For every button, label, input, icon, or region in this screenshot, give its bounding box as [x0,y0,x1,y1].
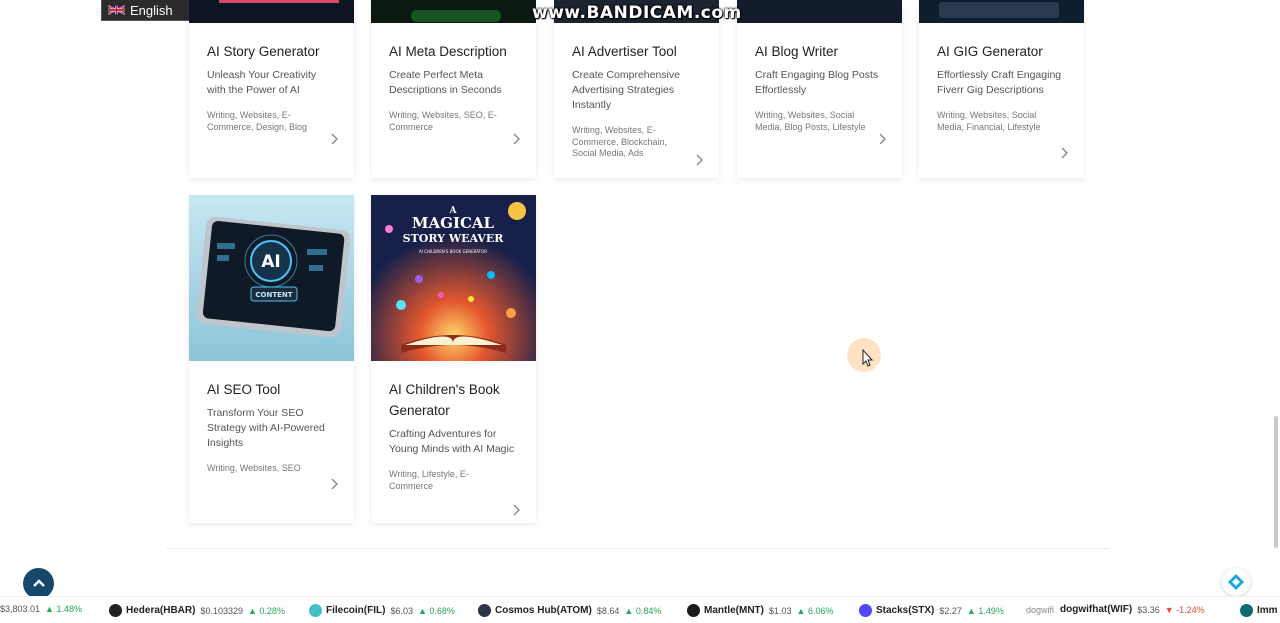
card-description: Crafting Adventures for Young Minds with… [389,428,515,455]
card-tags: Writing, Websites, E-Commerce, Blockchai… [572,125,668,158]
ticker-name: Stacks(STX) [876,605,935,616]
card-thumbnail [919,0,1084,23]
card-thumbnail [371,0,536,23]
image-text-story-weaver: STORY WEAVER [403,232,505,245]
ticker-price: $6.03 [390,605,413,616]
ticker-name: Cosmos Hub(ATOM) [495,605,592,616]
stacks-icon [859,604,872,617]
chevron-right-icon[interactable] [1060,147,1068,159]
card-tags: Writing, Websites, E-Commerce, Design, B… [207,110,308,132]
ticker-change: ▲ 0.28% [248,605,285,616]
chevron-right-icon[interactable] [330,478,338,490]
ticker-name: Filecoin(FIL) [326,605,386,616]
ticker-price: $2.27 [939,605,962,616]
ticker-item[interactable]: $3,803.01 ▲ 1.48% [0,604,82,614]
tool-card-childrens-book[interactable]: A MAGICAL STORY WEAVER AI CHILDREN'S BOO… [371,195,536,523]
image-text-magical: MAGICAL [412,214,495,232]
ticker-change: ▲ 0.84% [624,605,662,616]
ticker-item[interactable]: Stacks(STX) $2.27 ▲ 1.49% [859,604,1004,617]
card-title: AI Advertiser Tool [572,44,677,59]
immutable-icon [1240,604,1253,617]
ticker-item[interactable]: Hedera(HBAR) $0.103329 ▲ 0.28% [109,604,285,617]
card-description: Effortlessly Craft Engaging Fiverr Gig D… [937,69,1062,96]
card-thumbnail [189,0,354,23]
cosmos-icon [478,604,491,617]
ticker-name: Imm [1257,605,1278,616]
card-description: Unleash Your Creativity with the Power o… [207,69,317,96]
card-description: Craft Engaging Blog Posts Effortlessly [755,69,879,96]
tool-card-story-generator[interactable]: AI Story Generator Unleash Your Creativi… [189,0,354,178]
tool-card-advertiser-tool[interactable]: AI Advertiser Tool Create Comprehensive … [554,0,719,178]
recording-watermark: www.BANDICAM.com [532,3,742,23]
chevron-right-icon[interactable] [512,133,520,145]
card-tags: Writing, Websites, Social Media, Financi… [937,110,1041,132]
uk-flag-icon [108,4,125,16]
image-text-badge: CONTENT [255,291,292,299]
ticker-change: ▲ 6.06% [796,605,834,616]
ticker-item[interactable]: Mantle(MNT) $1.03 ▲ 6.06% [687,604,833,617]
ticker-item[interactable]: dogwifi dogwifhat(WIF) $3.36 ▼ -1.24% [1026,604,1205,615]
tool-card-gig-generator[interactable]: AI GIG Generator Effortlessly Craft Enga… [919,0,1084,178]
image-text-ai: AI [261,252,280,272]
mouse-cursor [846,337,886,382]
chevron-right-icon[interactable] [695,154,703,166]
ticker-name: Hedera(HBAR) [126,605,196,616]
ticker-item[interactable]: Filecoin(FIL) $6.03 ▲ 0.68% [309,604,455,617]
ticker-price: $0.103329 [200,605,243,616]
ticker-change: ▲ 0.68% [417,605,455,616]
widget-button[interactable] [1222,568,1250,596]
hedera-icon [109,604,122,617]
card-image: A MAGICAL STORY WEAVER AI CHILDREN'S BOO… [371,195,536,361]
ticker-price: $1.03 [769,605,792,616]
card-tags: Writing, Websites, SEO, E-Commerce [389,110,497,132]
card-tags: Writing, Websites, SEO [207,463,301,473]
card-description: Transform Your SEO Strategy with AI-Powe… [207,407,325,449]
ticker-change: ▲ 1.48% [45,604,82,614]
tool-card-seo-tool[interactable]: AI CONTENT AI SEO Tool Transform Your SE… [189,195,354,523]
vertical-scrollbar[interactable] [1274,416,1278,548]
card-image: AI CONTENT [189,195,354,361]
dogwifhat-broken-image: dogwifi [1026,604,1055,615]
filecoin-icon [309,604,322,617]
ticker-name: dogwifhat(WIF) [1060,604,1133,615]
ticker-item[interactable]: Imm [1240,604,1280,617]
diamond-icon [1228,574,1244,590]
card-title: AI Blog Writer [755,44,839,59]
card-title: AI GIG Generator [937,44,1043,59]
ticker-change: ▼ -1.24% [1164,604,1205,615]
ticker-change: ▲ 1.49% [966,605,1004,616]
scroll-to-top-button[interactable] [23,568,54,599]
card-tags: Writing, Lifestyle, E-Commerce [389,469,469,491]
card-description: Create Comprehensive Advertising Strateg… [572,69,680,111]
tool-card-blog-writer[interactable]: AI Blog Writer Craft Engaging Blog Posts… [737,0,902,178]
card-title: AI Meta Description [389,44,507,59]
ticker-price: $8.64 [596,605,620,616]
section-divider [166,548,1109,549]
language-label: English [130,2,173,18]
tool-card-meta-description[interactable]: AI Meta Description Create Perfect Meta … [371,0,536,178]
image-text-subtitle: AI CHILDREN'S BOOK GENERATOR [419,249,487,254]
ticker-price: $3.36 [1137,604,1160,615]
card-title: AI Story Generator [207,44,320,59]
card-thumbnail [737,0,902,23]
mantle-icon [687,604,700,617]
crypto-ticker: $3,803.01 ▲ 1.48% Hedera(HBAR) $0.103329… [0,596,1280,623]
chevron-right-icon[interactable] [878,133,886,145]
ticker-item[interactable]: Cosmos Hub(ATOM) $8.64 ▲ 0.84% [478,604,661,617]
chevron-up-icon [32,578,45,587]
chevron-right-icon[interactable] [512,504,520,516]
card-title: AI SEO Tool [207,382,281,397]
ticker-price: $3,803.01 [0,604,41,614]
card-title: AI Children's Book Generator [389,382,500,418]
ticker-name: Mantle(MNT) [704,605,764,616]
card-tags: Writing, Websites, Social Media, Blog Po… [755,110,866,132]
chevron-right-icon[interactable] [330,133,338,145]
card-description: Create Perfect Meta Descriptions in Seco… [389,69,502,96]
